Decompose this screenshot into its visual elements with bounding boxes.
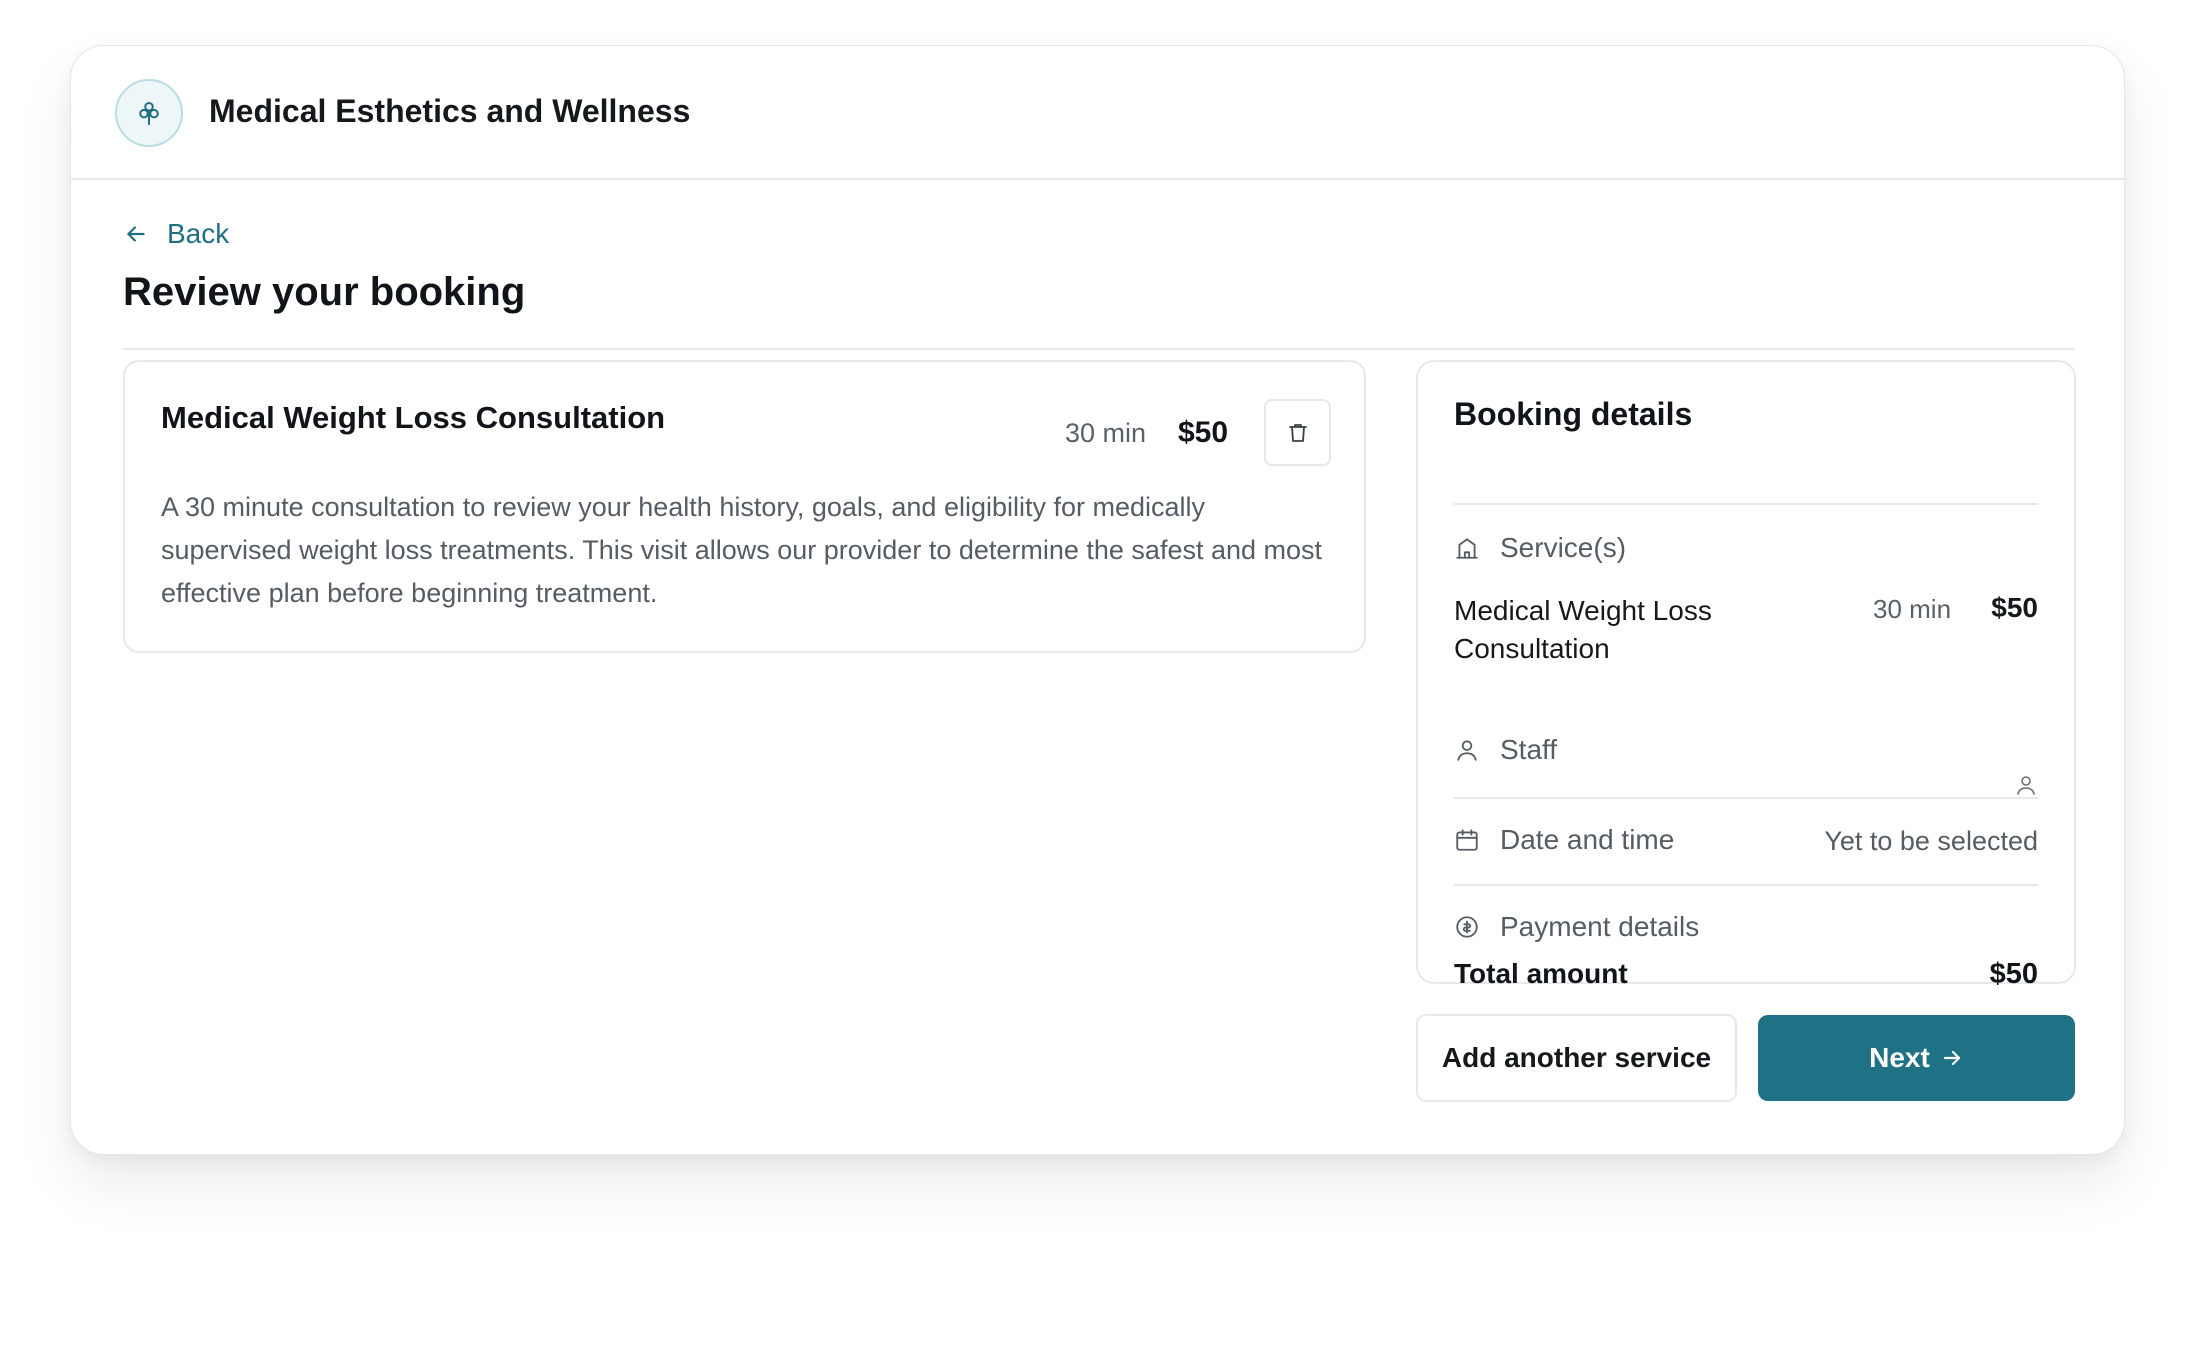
- staff-label: Staff: [1500, 734, 1558, 765]
- brand-name: Medical Esthetics and Wellness: [209, 93, 691, 129]
- payment-section-label: Payment details: [1454, 911, 1699, 943]
- arrow-left-icon: [127, 226, 145, 242]
- user-icon: [1454, 737, 1480, 763]
- next-label: Next: [1869, 1042, 1930, 1073]
- datetime-section-label: Date and time: [1454, 824, 1674, 856]
- details-divider: [1454, 884, 2038, 886]
- back-label: Back: [167, 218, 230, 249]
- top-bar: Medical Esthetics and Wellness: [71, 46, 2124, 180]
- total-amount-label: Total amount: [1454, 958, 1628, 989]
- next-button[interactable]: Next: [1758, 1015, 2075, 1101]
- total-amount-value: $50: [1989, 958, 2038, 990]
- service-description: A 30 minute consultation to review your …: [161, 492, 1323, 608]
- details-divider: [1454, 797, 2038, 799]
- details-service-duration: 30 min: [1873, 594, 1952, 624]
- staff-section-label: Staff: [1454, 734, 1557, 766]
- page-title: Review your booking: [123, 270, 526, 314]
- service-duration: 30 min: [1065, 418, 1147, 448]
- details-divider: [1454, 503, 2038, 505]
- services-label: Service(s): [1500, 532, 1627, 563]
- title-divider: [123, 348, 2075, 350]
- trash-icon: [1288, 423, 1307, 442]
- datetime-value: Yet to be selected: [1824, 826, 2038, 856]
- booking-card: Medical Esthetics and Wellness Back Revi…: [70, 45, 2125, 1155]
- add-another-service-button[interactable]: Add another service: [1416, 1014, 1737, 1102]
- building-icon: [1454, 535, 1480, 561]
- booking-details-title: Booking details: [1454, 396, 1693, 432]
- details-service-name: Medical Weight Loss Consultation: [1454, 595, 1712, 664]
- remove-service-button[interactable]: [1264, 399, 1331, 466]
- payment-label: Payment details: [1500, 911, 1700, 942]
- service-card: Medical Weight Loss Consultation 30 min …: [123, 360, 1366, 653]
- details-service-price: $50: [1991, 592, 2038, 623]
- flower-icon: [115, 79, 183, 147]
- service-name: Medical Weight Loss Consultation: [161, 400, 666, 435]
- booking-details-panel: Booking details Service(s) Medical Weigh…: [1416, 360, 2076, 990]
- datetime-label: Date and time: [1500, 824, 1675, 855]
- services-section-label: Service(s): [1454, 532, 1626, 564]
- service-price: $50: [1178, 416, 1229, 449]
- back-link[interactable]: Back: [123, 218, 229, 250]
- dollar-circle-icon: [1454, 914, 1480, 940]
- calendar-icon: [1454, 827, 1480, 853]
- arrow-right-icon: [1943, 1050, 1960, 1066]
